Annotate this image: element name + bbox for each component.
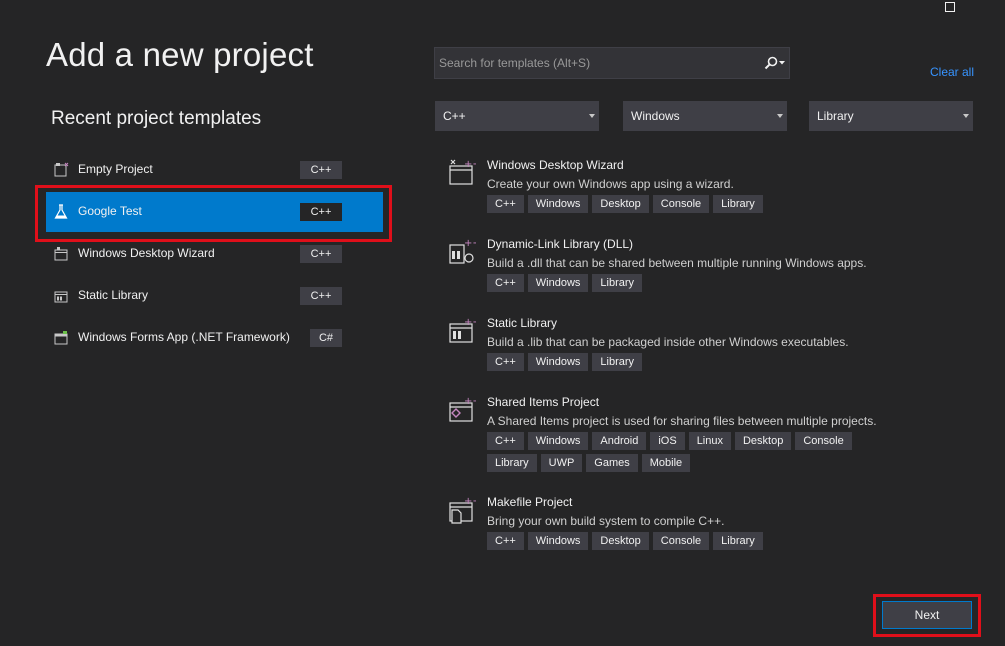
- tag: Console: [652, 195, 710, 213]
- tag: Android: [592, 432, 647, 450]
- desktop-wizard-icon: [54, 247, 68, 261]
- tag: Mobile: [641, 454, 691, 472]
- recent-item-label: Static Library: [78, 288, 149, 302]
- svg-text:++: ++: [464, 496, 476, 507]
- svg-text:++: ++: [464, 159, 476, 170]
- empty-project-icon: [54, 162, 69, 177]
- tag: Library: [713, 195, 763, 213]
- tag: Library: [592, 353, 643, 371]
- template-tags: C++ Windows Desktop Console Library: [487, 194, 957, 216]
- tag: Windows: [527, 195, 589, 213]
- chevron-down-icon: [778, 61, 785, 65]
- template-tags: C++ Windows Android iOS Linux Desktop Console L…: [487, 431, 957, 475]
- tag: iOS: [650, 432, 685, 450]
- tag: Windows: [527, 532, 589, 550]
- project-type-filter-dropdown[interactable]: Library: [809, 101, 973, 131]
- template-description: Build a .dll that can be shared between …: [487, 256, 867, 270]
- template-title: Dynamic-Link Library (DLL): [487, 237, 634, 251]
- template-title: Makefile Project: [487, 495, 573, 509]
- language-badge: C++: [300, 245, 342, 263]
- language-filter-dropdown[interactable]: C++: [435, 101, 599, 131]
- tag: Desktop: [592, 532, 649, 550]
- tag: Console: [795, 432, 852, 450]
- svg-text:++: ++: [464, 317, 476, 328]
- platform-filter-value: Windows: [631, 109, 680, 123]
- makefile-icon: ++: [449, 496, 476, 524]
- recent-templates-heading: Recent project templates: [51, 108, 262, 129]
- shared-items-icon: ++: [449, 396, 476, 422]
- template-tags: C++ Windows Desktop Console Library: [487, 531, 957, 553]
- recent-item-label: Empty Project: [78, 162, 153, 176]
- template-tags: C++ Windows Library: [487, 352, 957, 374]
- search-input[interactable]: [435, 48, 759, 78]
- template-tags: C++ Windows Library: [487, 273, 957, 295]
- next-button[interactable]: Next: [882, 601, 972, 629]
- static-library-icon: ++: [449, 317, 476, 343]
- template-item-windows-desktop-wizard[interactable]: ++ Windows Desktop Wizard Create your ow…: [446, 158, 996, 224]
- tag: C++: [487, 195, 524, 213]
- recent-item-windows-desktop-wizard[interactable]: Windows Desktop Wizard C++: [46, 234, 383, 274]
- chevron-down-icon: [963, 114, 969, 118]
- tag: Library: [592, 274, 643, 292]
- template-item-shared-items-project[interactable]: ++ Shared Items Project A Shared Items p…: [446, 395, 996, 485]
- static-library-icon: [54, 291, 68, 303]
- project-type-filter-value: Library: [817, 109, 854, 123]
- template-description: A Shared Items project is used for shari…: [487, 414, 877, 428]
- search-button[interactable]: [759, 48, 789, 78]
- page-title: Add a new project: [46, 36, 314, 73]
- forms-app-icon: [54, 331, 68, 345]
- language-badge: C#: [310, 329, 342, 347]
- tag: C++: [487, 532, 524, 550]
- tag: Linux: [688, 432, 731, 450]
- tag: Library: [487, 454, 537, 472]
- tag: Desktop: [592, 195, 649, 213]
- recent-item-windows-forms-app[interactable]: Windows Forms App (.NET Framework) C#: [46, 318, 383, 358]
- maximize-icon[interactable]: [945, 2, 955, 12]
- tag: Games: [586, 454, 638, 472]
- template-search-box: [434, 47, 790, 79]
- recent-item-empty-project[interactable]: Empty Project C++: [46, 150, 383, 190]
- svg-text:++: ++: [464, 238, 476, 249]
- dll-icon: ++: [449, 238, 476, 264]
- tag: Console: [652, 532, 710, 550]
- template-item-static-library[interactable]: ++ Static Library Build a .lib that can …: [446, 316, 996, 382]
- template-title: Windows Desktop Wizard: [487, 158, 624, 172]
- language-filter-value: C++: [443, 109, 466, 123]
- recent-item-static-library[interactable]: Static Library C++: [46, 276, 383, 316]
- tag: UWP: [540, 454, 583, 472]
- template-description: Build a .lib that can be packaged inside…: [487, 335, 849, 349]
- tag: C++: [487, 432, 524, 450]
- template-title: Static Library: [487, 316, 558, 330]
- platform-filter-dropdown[interactable]: Windows: [623, 101, 787, 131]
- tag: Windows: [527, 432, 589, 450]
- template-item-dll[interactable]: ++ Dynamic-Link Library (DLL) Build a .d…: [446, 237, 996, 303]
- tag: Desktop: [734, 432, 792, 450]
- template-item-makefile-project[interactable]: ++ Makefile Project Bring your own build…: [446, 495, 996, 561]
- language-badge: C++: [300, 287, 342, 305]
- recent-item-label: Windows Desktop Wizard: [78, 246, 215, 260]
- template-description: Create your own Windows app using a wiza…: [487, 177, 734, 191]
- tag: Windows: [527, 353, 589, 371]
- desktop-wizard-icon: ++: [449, 159, 476, 185]
- tag: Library: [713, 532, 763, 550]
- tag: C++: [487, 274, 524, 292]
- chevron-down-icon: [777, 114, 783, 118]
- language-badge: C++: [300, 161, 342, 179]
- template-title: Shared Items Project: [487, 395, 600, 409]
- recent-item-label: Windows Forms App (.NET Framework): [78, 330, 290, 344]
- chevron-down-icon: [589, 114, 595, 118]
- tag: Windows: [527, 274, 589, 292]
- template-description: Bring your own build system to compile C…: [487, 514, 725, 528]
- search-icon: [764, 56, 777, 70]
- svg-text:++: ++: [464, 396, 476, 407]
- tag: C++: [487, 353, 524, 371]
- clear-all-link[interactable]: Clear all: [930, 65, 974, 79]
